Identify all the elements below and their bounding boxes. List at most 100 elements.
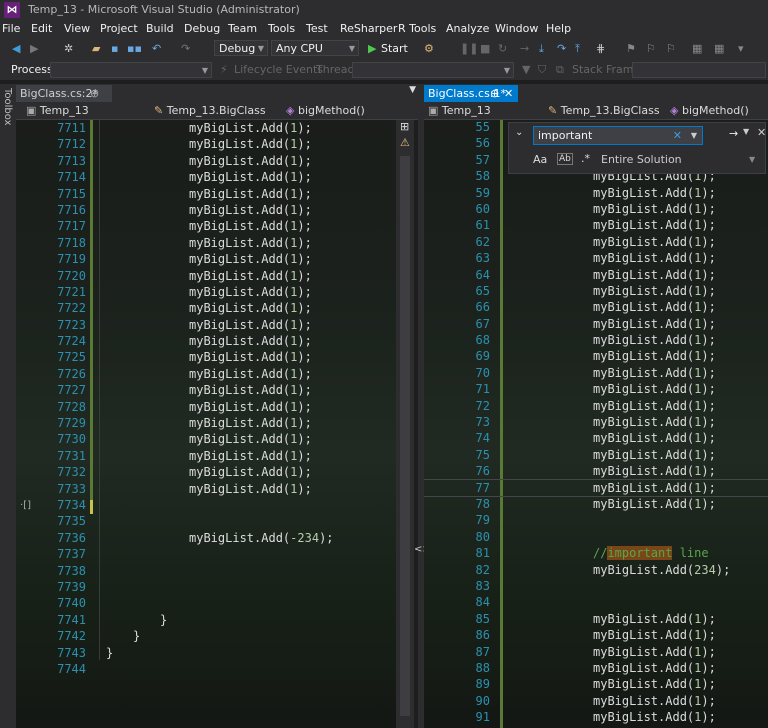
code-line[interactable]: 79 bbox=[424, 512, 768, 528]
code-line[interactable]: 7712 myBigList.Add(1); bbox=[16, 136, 396, 152]
menu-analyze[interactable]: Analyze bbox=[446, 22, 489, 35]
open-folder-icon[interactable]: ▰ bbox=[92, 41, 100, 57]
code-line[interactable]: 84 bbox=[424, 594, 768, 610]
menu-edit[interactable]: Edit bbox=[31, 22, 52, 35]
code-line[interactable]: 7740 bbox=[16, 595, 396, 611]
code-line[interactable]: 7736 myBigList.Add(-234); bbox=[16, 530, 396, 546]
pin-icon[interactable]: ⊕ bbox=[490, 85, 499, 102]
match-whole-word-icon[interactable]: Ab bbox=[557, 153, 573, 165]
search-history-icon[interactable]: ▼ bbox=[691, 127, 697, 144]
code-line[interactable]: 69 myBigList.Add(1); bbox=[424, 348, 768, 364]
code-line[interactable]: 78 myBigList.Add(1); bbox=[424, 496, 768, 512]
thread-filter-icon[interactable]: ⛉ bbox=[538, 62, 546, 78]
lifecycle-icon[interactable]: ⚡ bbox=[220, 62, 228, 78]
code-line[interactable]: 7729 myBigList.Add(1); bbox=[16, 415, 396, 431]
menu-help[interactable]: Help bbox=[546, 22, 571, 35]
code-line[interactable]: 72 myBigList.Add(1); bbox=[424, 398, 768, 414]
back-icon[interactable]: ◀ bbox=[12, 41, 20, 57]
code-line[interactable]: 7732 myBigList.Add(1); bbox=[16, 464, 396, 480]
code-line[interactable]: 7734 bbox=[16, 497, 396, 513]
menu-debug[interactable]: Debug bbox=[184, 22, 220, 35]
close-icon[interactable]: ✕ bbox=[504, 85, 513, 102]
code-line[interactable]: 7716 myBigList.Add(1); bbox=[16, 202, 396, 218]
code-line[interactable]: 7725 myBigList.Add(1); bbox=[16, 349, 396, 365]
scope-dropdown-icon[interactable]: ▼ bbox=[749, 155, 755, 164]
find-next-icon[interactable]: → bbox=[729, 127, 738, 140]
code-line[interactable]: 7730 myBigList.Add(1); bbox=[16, 431, 396, 447]
code-line[interactable]: 7744 bbox=[16, 661, 396, 677]
new-project-icon[interactable]: ✲ bbox=[64, 41, 73, 57]
code-line[interactable]: 90 myBigList.Add(1); bbox=[424, 693, 768, 709]
code-line[interactable]: 76 myBigList.Add(1); bbox=[424, 463, 768, 479]
left-code-editor[interactable]: 7711 myBigList.Add(1); 7712 myBigList.Add(1… bbox=[16, 120, 396, 728]
code-line[interactable]: 70 myBigList.Add(1); bbox=[424, 365, 768, 381]
pause-icon[interactable]: ❚❚ bbox=[460, 41, 478, 57]
code-line[interactable]: 64 myBigList.Add(1); bbox=[424, 267, 768, 283]
undo-icon[interactable]: ↶ bbox=[152, 41, 161, 57]
code-line[interactable]: 7731 myBigList.Add(1); bbox=[16, 448, 396, 464]
code-line[interactable]: 7728 myBigList.Add(1); bbox=[16, 399, 396, 415]
menu-project[interactable]: Project bbox=[100, 22, 138, 35]
toolbox-panel[interactable]: Toolbox bbox=[0, 84, 16, 728]
menu-resharper[interactable]: ReSharper bbox=[340, 22, 397, 35]
match-case-icon[interactable]: Aa bbox=[533, 153, 547, 166]
stack-frame-select[interactable] bbox=[632, 62, 766, 78]
code-line[interactable]: 7743} bbox=[16, 645, 396, 661]
platform-select[interactable]: Any CPU ▼ bbox=[271, 40, 359, 56]
pin-icon[interactable]: ⊕ bbox=[90, 85, 99, 102]
code-line[interactable]: 7735 bbox=[16, 513, 396, 529]
code-line[interactable]: 61 myBigList.Add(1); bbox=[424, 217, 768, 233]
code-line[interactable]: 7742} bbox=[16, 628, 396, 644]
code-line[interactable]: 7738 bbox=[16, 563, 396, 579]
menu-view[interactable]: View bbox=[64, 22, 90, 35]
code-line[interactable]: 7724 myBigList.Add(1); bbox=[16, 333, 396, 349]
warning-icon[interactable]: ⚠ bbox=[400, 136, 410, 149]
code-line[interactable]: 66 myBigList.Add(1); bbox=[424, 299, 768, 315]
toolbox-label[interactable]: Toolbox bbox=[2, 88, 13, 126]
code-line[interactable]: 77 myBigList.Add(1); bbox=[424, 478, 768, 498]
lifecycle-events-button[interactable]: Lifecycle Events bbox=[234, 62, 323, 78]
tab-list-dropdown-icon[interactable]: ▼ bbox=[409, 85, 416, 95]
code-line[interactable]: 75 myBigList.Add(1); bbox=[424, 447, 768, 463]
save-all-icon[interactable]: ▪▪ bbox=[127, 41, 142, 57]
code-line[interactable]: 7733 myBigList.Add(1); bbox=[16, 481, 396, 497]
bookmark-prev-icon[interactable]: ⚐ bbox=[646, 41, 656, 57]
right-method-dropdown[interactable]: ◈ bigMethod() bbox=[670, 103, 749, 119]
flag-icon[interactable]: ▼ bbox=[522, 62, 530, 78]
thread-select[interactable]: ▼ bbox=[352, 62, 514, 78]
left-project-dropdown[interactable]: ▣ Temp_13 bbox=[26, 103, 89, 119]
comment-icon[interactable]: ▦ bbox=[692, 41, 702, 57]
code-line[interactable]: 7737 bbox=[16, 546, 396, 562]
menu-tools[interactable]: Tools bbox=[268, 22, 295, 35]
code-line[interactable]: 83 bbox=[424, 578, 768, 594]
bookmark-next-icon[interactable]: ⚐ bbox=[666, 41, 676, 57]
step-into-icon[interactable]: ⤓ bbox=[539, 41, 544, 57]
code-line[interactable]: 59 myBigList.Add(1); bbox=[424, 185, 768, 201]
code-line[interactable]: 7715 myBigList.Add(1); bbox=[16, 186, 396, 202]
code-line[interactable]: 86 myBigList.Add(1); bbox=[424, 627, 768, 643]
menu-build[interactable]: Build bbox=[146, 22, 174, 35]
code-line[interactable]: 7711 myBigList.Add(1); bbox=[16, 120, 396, 136]
code-line[interactable]: 7727 myBigList.Add(1); bbox=[16, 382, 396, 398]
code-line[interactable]: 82 myBigList.Add(234); bbox=[424, 562, 768, 578]
attach-icon[interactable]: ⚙ bbox=[424, 41, 434, 57]
code-line[interactable]: 80 bbox=[424, 529, 768, 545]
step-out-icon[interactable]: ⤒ bbox=[575, 41, 580, 57]
configuration-select[interactable]: Debug ▼ bbox=[214, 40, 268, 56]
code-line[interactable]: 7713 myBigList.Add(1); bbox=[16, 153, 396, 169]
code-line[interactable]: 60 myBigList.Add(1); bbox=[424, 201, 768, 217]
find-next-dropdown-icon[interactable]: ▼ bbox=[743, 127, 749, 136]
right-code-editor[interactable]: 55 56 57 58 myBigList.Add(1); 59 myBigList.Add… bbox=[424, 120, 768, 728]
code-line[interactable]: 71 myBigList.Add(1); bbox=[424, 381, 768, 397]
split-icon[interactable]: ⊞ bbox=[400, 120, 409, 133]
code-line[interactable]: 7723 myBigList.Add(1); bbox=[16, 317, 396, 333]
code-line[interactable]: 81 //important line bbox=[424, 545, 768, 561]
uncomment-icon[interactable]: ▦ bbox=[714, 41, 724, 57]
tab-bigclass-1[interactable]: BigClass.cs:1* ⊕ ✕ bbox=[424, 85, 518, 102]
tab-bigclass-2[interactable]: BigClass.cs:2* ⊕ bbox=[16, 85, 112, 102]
left-vertical-scrollbar[interactable]: ⊞ ⚠ bbox=[396, 120, 414, 728]
left-class-dropdown[interactable]: ✎ Temp_13.BigClass bbox=[154, 103, 266, 119]
code-line[interactable]: 7720 myBigList.Add(1); bbox=[16, 268, 396, 284]
menu-file[interactable]: File bbox=[2, 22, 20, 35]
code-line[interactable]: 7739 bbox=[16, 579, 396, 595]
